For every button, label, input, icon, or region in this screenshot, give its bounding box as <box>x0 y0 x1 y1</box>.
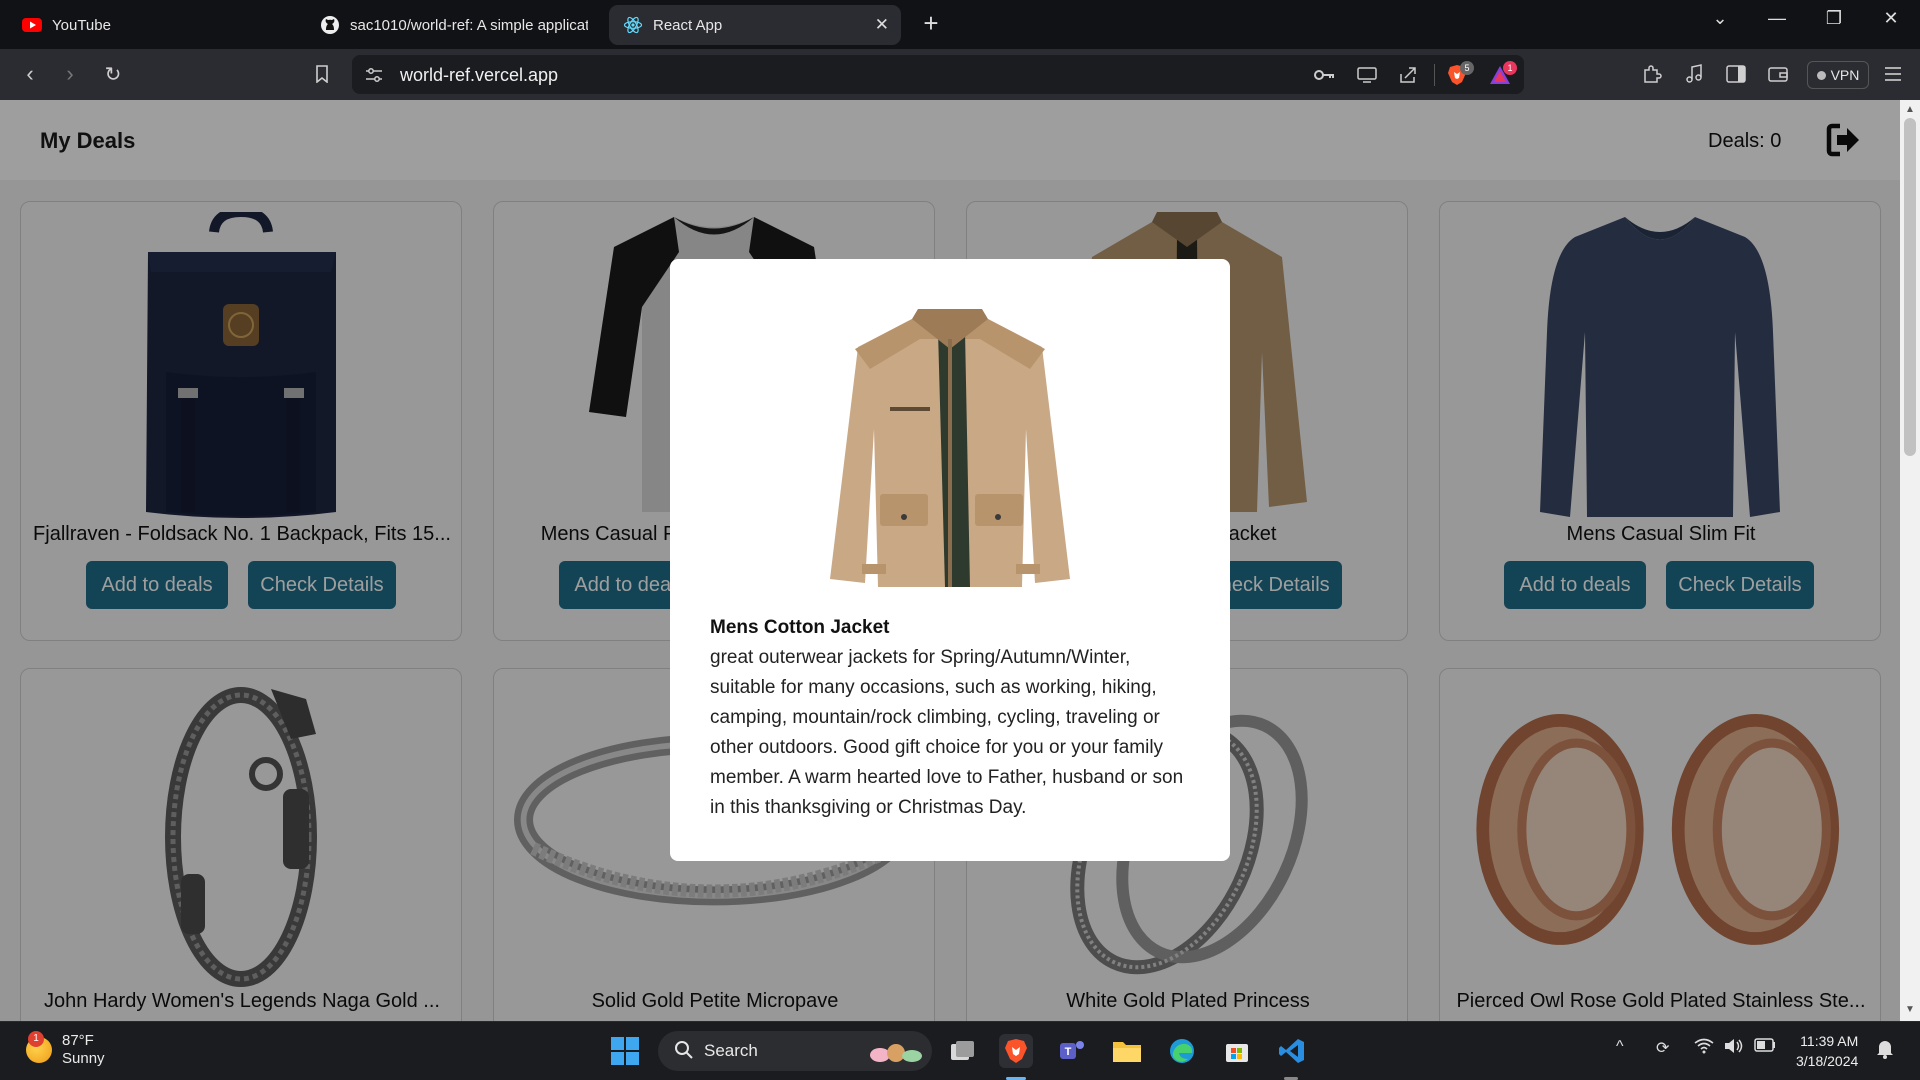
scrollbar-thumb[interactable] <box>1904 118 1916 456</box>
weather-widget[interactable]: 1 87°F Sunny <box>26 1031 105 1068</box>
microsoft-store-icon[interactable] <box>1220 1034 1254 1068</box>
notifications-bell-icon[interactable] <box>1876 1039 1894 1064</box>
close-window-button[interactable]: ✕ <box>1876 8 1906 29</box>
weather-condition: Sunny <box>62 1050 105 1067</box>
taskbar-search[interactable]: Search <box>658 1031 932 1071</box>
menu-icon[interactable] <box>1878 59 1908 89</box>
vpn-status-icon <box>1816 70 1826 80</box>
teams-icon[interactable]: T <box>1055 1034 1089 1068</box>
address-bar[interactable]: world-ref.vercel.app 5 1 <box>352 55 1524 94</box>
wifi-icon[interactable] <box>1694 1038 1714 1059</box>
vpn-label: VPN <box>1830 67 1860 83</box>
cast-icon[interactable] <box>1355 64 1379 86</box>
svg-text:T: T <box>1065 1046 1072 1058</box>
github-icon <box>320 15 340 35</box>
tab-github[interactable]: sac1010/world-ref: A simple applicat <box>306 5 602 45</box>
vpn-button[interactable]: VPN <box>1807 61 1869 89</box>
sun-icon: 1 <box>26 1031 52 1063</box>
reload-button[interactable]: ↻ <box>98 59 128 89</box>
tab-title: YouTube <box>52 16 111 34</box>
search-highlight-icon <box>866 1037 926 1070</box>
share-icon[interactable] <box>1396 64 1420 86</box>
forward-button[interactable]: › <box>55 59 85 89</box>
task-view-icon[interactable] <box>946 1034 980 1068</box>
show-hidden-icons-chevron[interactable]: ^ <box>1616 1038 1624 1056</box>
site-settings-icon[interactable] <box>362 64 386 86</box>
weather-temp: 87°F <box>62 1032 94 1049</box>
new-tab-button[interactable]: + <box>916 9 946 39</box>
back-button[interactable]: ‹ <box>15 59 45 89</box>
react-icon <box>623 15 643 35</box>
scroll-down-arrow[interactable]: ▼ <box>1905 1004 1915 1015</box>
volume-icon[interactable] <box>1724 1038 1744 1059</box>
media-icon[interactable] <box>1679 59 1709 89</box>
modal-product-image <box>820 309 1080 589</box>
brave-taskbar-icon[interactable] <box>999 1034 1033 1068</box>
youtube-icon <box>22 15 42 35</box>
product-details-modal: Mens Cotton Jacket great outerwear jacke… <box>670 259 1230 861</box>
shields-badge: 5 <box>1460 61 1474 75</box>
search-label: Search <box>704 1041 758 1060</box>
windows-start-icon[interactable] <box>608 1034 642 1068</box>
divider <box>1434 64 1435 86</box>
rewards-badge: 1 <box>1503 61 1517 75</box>
tab-search-chevron-icon[interactable]: ⌄ <box>1705 8 1735 29</box>
system-clock[interactable]: 11:39 AM 3/18/2024 <box>1796 1031 1858 1071</box>
tab-react-app[interactable]: React App ✕ <box>609 5 901 45</box>
weather-badge: 1 <box>28 1031 44 1047</box>
web-page: My Deals Deals: 0 Fjallraven - Foldsack … <box>0 100 1920 1021</box>
restore-button[interactable]: ❐ <box>1819 8 1849 29</box>
tab-title: React App <box>653 16 723 34</box>
sidebar-icon[interactable] <box>1721 59 1751 89</box>
key-icon[interactable] <box>1312 64 1336 86</box>
scroll-up-arrow[interactable]: ▲ <box>1905 104 1915 115</box>
vscode-icon[interactable] <box>1275 1034 1309 1068</box>
url-text: world-ref.vercel.app <box>400 65 559 85</box>
minimize-button[interactable]: — <box>1762 8 1792 29</box>
browser-tab-strip: YouTube sac1010/world-ref: A simple appl… <box>0 0 1920 49</box>
modal-description: great outerwear jackets for Spring/Autum… <box>710 647 1184 818</box>
clock-date: 3/18/2024 <box>1796 1053 1859 1069</box>
page-scrollbar[interactable]: ▲ ▼ <box>1900 100 1920 1021</box>
rewards-icon[interactable]: 1 <box>1488 61 1517 86</box>
file-explorer-icon[interactable] <box>1110 1034 1144 1068</box>
windows-taskbar: 1 87°F Sunny Search T ^ ⟳ 11:39 AM 3/18/… <box>0 1021 1920 1080</box>
tab-title: sac1010/world-ref: A simple applicat <box>350 16 588 34</box>
browser-toolbar: ‹ › ↻ world-ref.vercel.app 5 1 VPN <box>0 49 1920 100</box>
brave-shields-icon[interactable]: 5 <box>1445 61 1474 86</box>
battery-icon[interactable] <box>1754 1038 1776 1057</box>
extensions-icon[interactable] <box>1637 59 1667 89</box>
wallet-icon[interactable] <box>1763 59 1793 89</box>
close-tab-icon[interactable]: ✕ <box>875 15 889 35</box>
clock-time: 11:39 AM <box>1800 1033 1859 1049</box>
tab-youtube[interactable]: YouTube <box>8 5 306 45</box>
search-icon <box>674 1040 694 1065</box>
modal-title: Mens Cotton Jacket <box>710 617 890 638</box>
sync-icon[interactable]: ⟳ <box>1656 1038 1669 1058</box>
bookmark-icon[interactable] <box>307 59 337 89</box>
edge-icon[interactable] <box>1165 1034 1199 1068</box>
